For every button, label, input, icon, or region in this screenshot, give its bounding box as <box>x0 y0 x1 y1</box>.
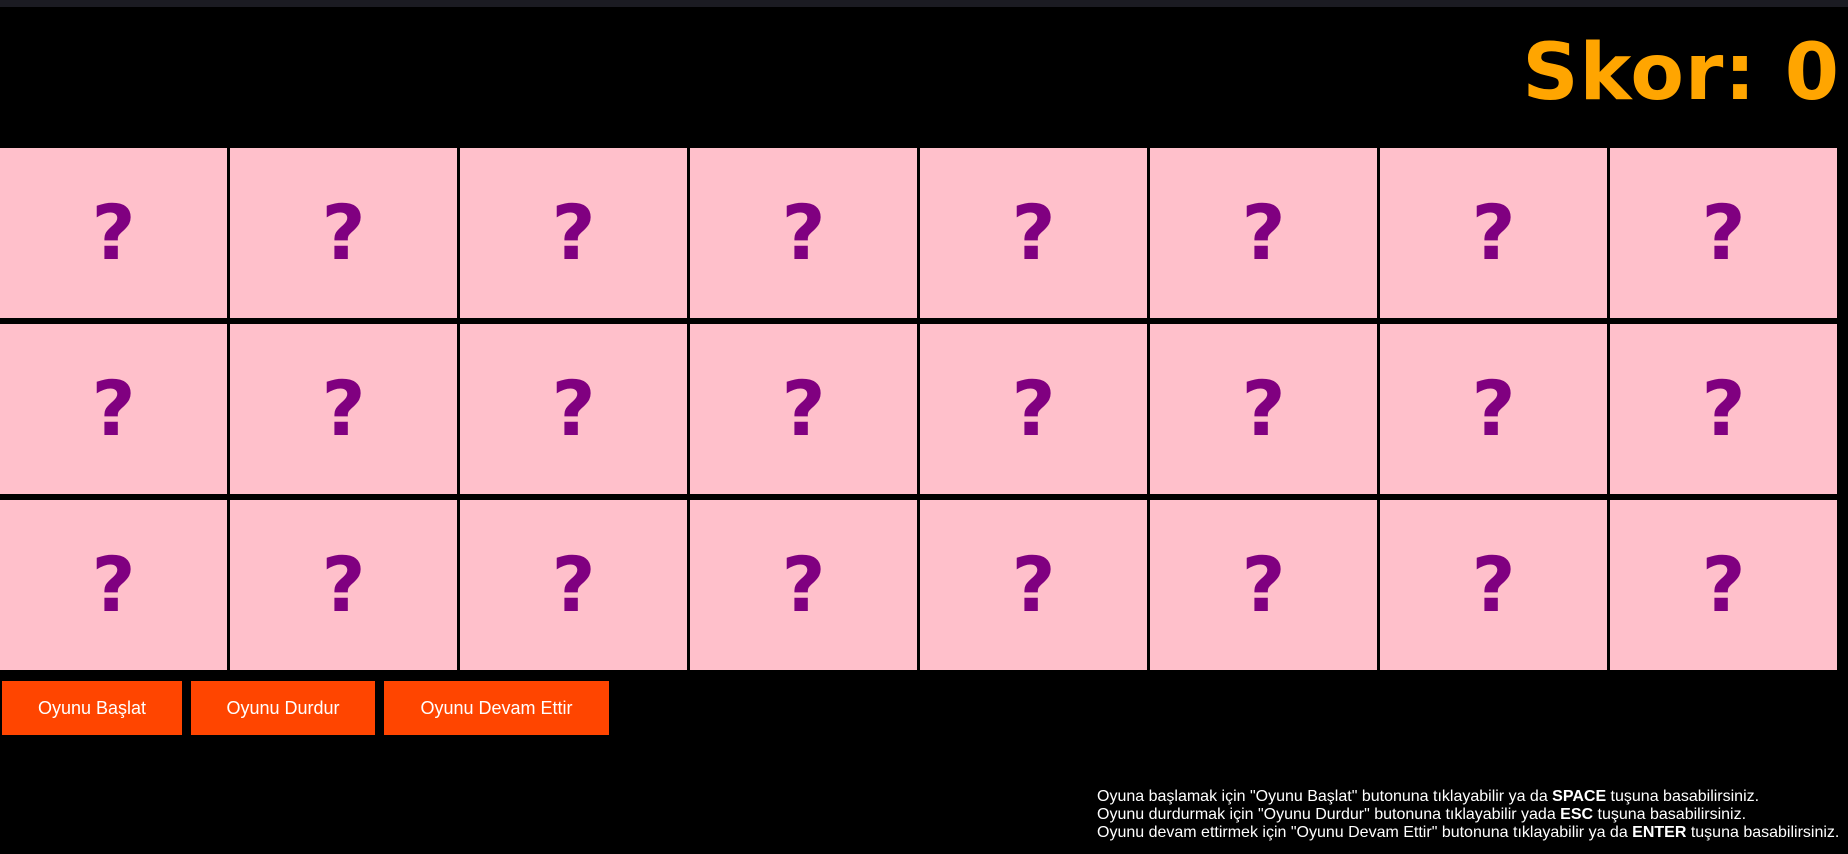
card-tile[interactable]: ? <box>1610 324 1837 494</box>
help-text: tuşuna basabilirsiniz. <box>1686 824 1840 841</box>
card-tile[interactable]: ? <box>690 324 917 494</box>
card-tile[interactable]: ? <box>1150 500 1377 670</box>
question-mark-icon: ? <box>321 188 366 277</box>
card-tile[interactable]: ? <box>230 500 457 670</box>
help-text: Oyunu devam ettirmek için "Oyunu Devam E… <box>1097 824 1633 841</box>
card-tile[interactable]: ? <box>1150 324 1377 494</box>
card-tile[interactable]: ? <box>1150 148 1377 318</box>
window-top-bar <box>0 0 1848 7</box>
question-mark-icon: ? <box>1011 540 1056 629</box>
help-line-pause: Oyunu durdurmak için "Oyunu Durdur" buto… <box>1097 806 1839 824</box>
card-tile[interactable]: ? <box>230 148 457 318</box>
question-mark-icon: ? <box>551 364 596 453</box>
card-tile[interactable]: ? <box>460 324 687 494</box>
card-tile[interactable]: ? <box>690 500 917 670</box>
card-tile[interactable]: ? <box>1610 148 1837 318</box>
start-game-button[interactable]: Oyunu Başlat <box>2 681 182 735</box>
question-mark-icon: ? <box>321 364 366 453</box>
question-mark-icon: ? <box>1701 188 1746 277</box>
question-mark-icon: ? <box>1701 364 1746 453</box>
question-mark-icon: ? <box>91 364 136 453</box>
card-row: ???????? <box>0 148 1840 318</box>
card-tile[interactable]: ? <box>920 148 1147 318</box>
card-tile[interactable]: ? <box>460 148 687 318</box>
help-text: tuşuna basabilirsiniz. <box>1606 788 1760 805</box>
help-line-resume: Oyunu devam ettirmek için "Oyunu Devam E… <box>1097 824 1839 842</box>
question-mark-icon: ? <box>1241 540 1286 629</box>
card-tile[interactable]: ? <box>230 324 457 494</box>
help-key-space: SPACE <box>1552 788 1607 805</box>
question-mark-icon: ? <box>1011 188 1056 277</box>
card-tile[interactable]: ? <box>460 500 687 670</box>
card-tile[interactable]: ? <box>0 324 227 494</box>
question-mark-icon: ? <box>781 364 826 453</box>
card-tile[interactable]: ? <box>1610 500 1837 670</box>
question-mark-icon: ? <box>1471 188 1516 277</box>
card-row: ???????? <box>0 500 1840 670</box>
help-text: Oyunu durdurmak için "Oyunu Durdur" buto… <box>1097 806 1561 823</box>
help-key-enter: ENTER <box>1632 824 1687 841</box>
help-key-esc: ESC <box>1560 806 1594 823</box>
card-tile[interactable]: ? <box>690 148 917 318</box>
help-line-start: Oyuna başlamak için "Oyunu Başlat" buton… <box>1097 788 1839 806</box>
help-text: Oyuna başlamak için "Oyunu Başlat" buton… <box>1097 788 1553 805</box>
card-tile[interactable]: ? <box>920 500 1147 670</box>
card-tile[interactable]: ? <box>920 324 1147 494</box>
card-tile[interactable]: ? <box>1380 500 1607 670</box>
question-mark-icon: ? <box>551 188 596 277</box>
pause-game-button[interactable]: Oyunu Durdur <box>191 681 375 735</box>
keyboard-help: Oyuna başlamak için "Oyunu Başlat" buton… <box>1097 788 1839 842</box>
question-mark-icon: ? <box>321 540 366 629</box>
help-text: tuşuna basabilirsiniz. <box>1593 806 1747 823</box>
question-mark-icon: ? <box>1701 540 1746 629</box>
question-mark-icon: ? <box>1471 364 1516 453</box>
question-mark-icon: ? <box>551 540 596 629</box>
resume-game-button[interactable]: Oyunu Devam Ettir <box>384 681 609 735</box>
question-mark-icon: ? <box>91 540 136 629</box>
card-row: ???????? <box>0 324 1840 494</box>
question-mark-icon: ? <box>1241 364 1286 453</box>
question-mark-icon: ? <box>781 188 826 277</box>
card-tile[interactable]: ? <box>0 500 227 670</box>
question-mark-icon: ? <box>1241 188 1286 277</box>
card-tile[interactable]: ? <box>1380 324 1607 494</box>
question-mark-icon: ? <box>781 540 826 629</box>
card-tile[interactable]: ? <box>0 148 227 318</box>
score-display: Skor: 0 <box>1522 28 1840 118</box>
question-mark-icon: ? <box>91 188 136 277</box>
question-mark-icon: ? <box>1011 364 1056 453</box>
card-tile[interactable]: ? <box>1380 148 1607 318</box>
card-board: ???????????????????????? <box>0 148 1840 676</box>
game-controls: Oyunu Başlat Oyunu Durdur Oyunu Devam Et… <box>2 681 618 735</box>
question-mark-icon: ? <box>1471 540 1516 629</box>
